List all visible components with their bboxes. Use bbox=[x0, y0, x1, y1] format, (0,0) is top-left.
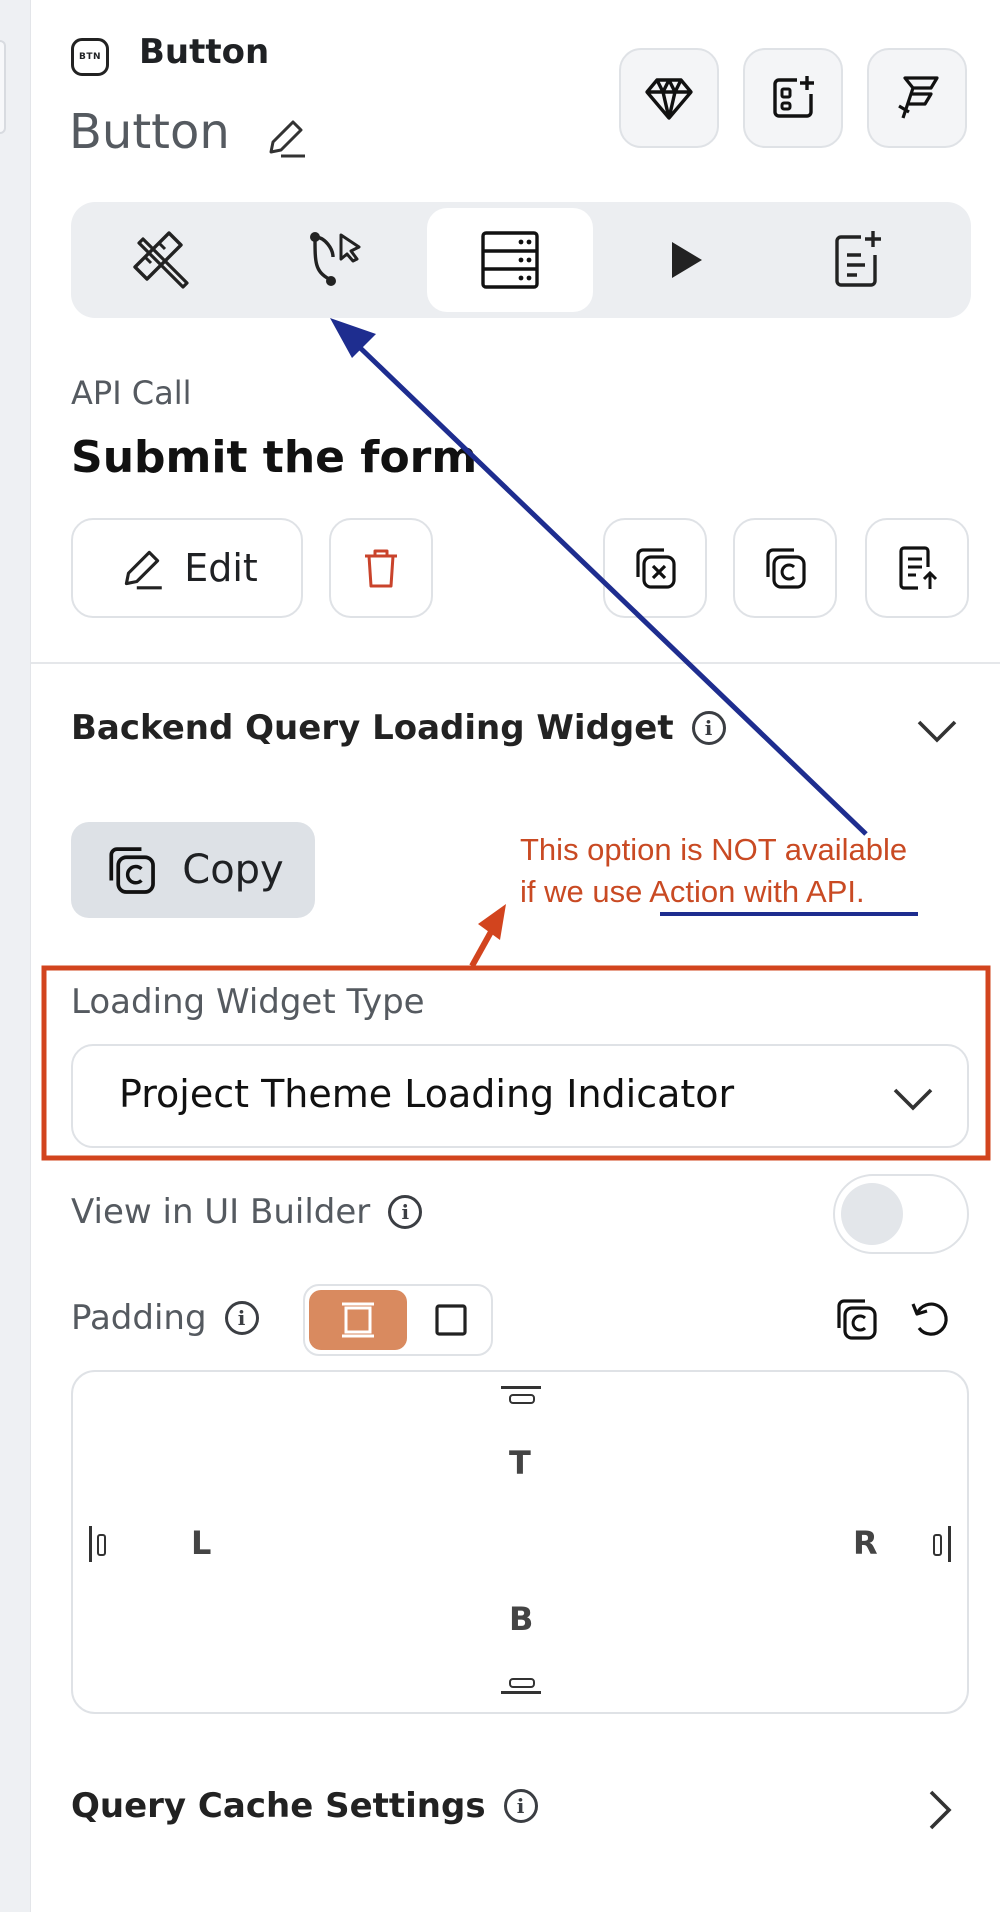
annotation-red-arrow-line bbox=[469, 928, 495, 968]
annotation-blue-arrow-line bbox=[350, 338, 868, 836]
annotation-text-line-1: This option is NOT available bbox=[520, 832, 908, 867]
annotation-highlight-box bbox=[41, 965, 991, 1161]
annotation-overlay bbox=[41, 318, 991, 1161]
annotation-blue-arrowhead bbox=[330, 318, 376, 358]
annotation-text-line-2: if we use Action with API. bbox=[520, 874, 865, 909]
